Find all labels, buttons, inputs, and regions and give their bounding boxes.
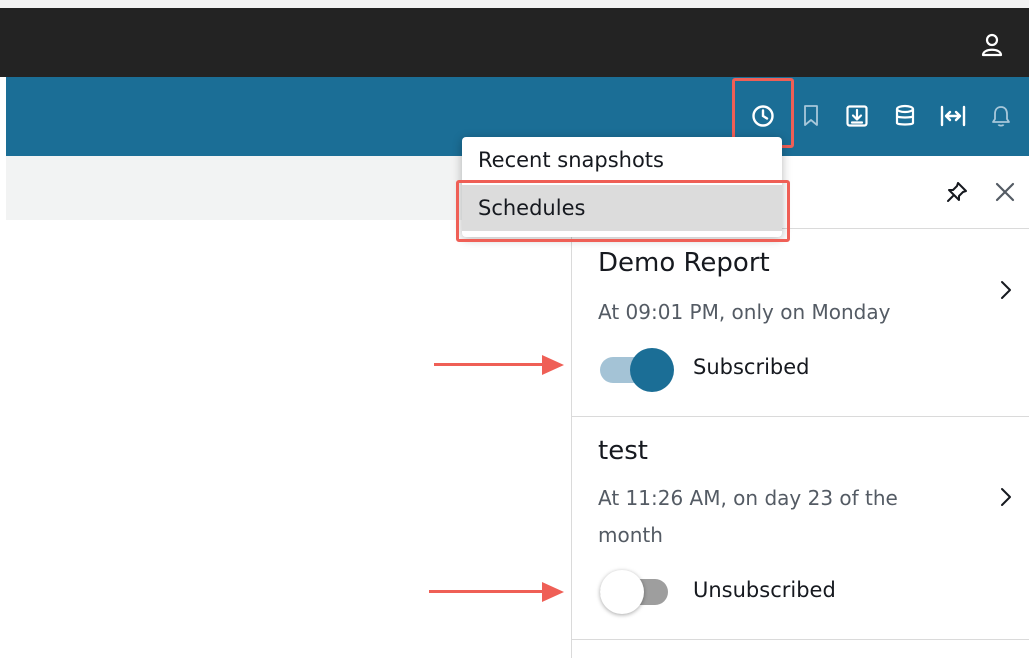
schedule-title: Demo Report bbox=[598, 248, 770, 278]
schedule-description: At 11:26 AM, on day 23 of the month bbox=[598, 486, 898, 547]
user-menu-button[interactable] bbox=[978, 30, 1006, 60]
top-bar bbox=[0, 0, 1029, 77]
close-button[interactable] bbox=[990, 176, 1020, 208]
schedule-title: test bbox=[598, 436, 648, 466]
alerts-button[interactable] bbox=[986, 98, 1016, 134]
toggle-knob bbox=[630, 348, 674, 392]
schedule-button[interactable] bbox=[748, 98, 778, 134]
schedule-card-demo-report[interactable]: Demo Report At 09:01 PM, only on Monday … bbox=[572, 230, 1029, 417]
clock-icon bbox=[752, 105, 774, 127]
export-button[interactable] bbox=[842, 98, 872, 134]
subscription-toggle-off[interactable] bbox=[600, 570, 676, 614]
bookmark-icon bbox=[804, 105, 818, 126]
subscription-status: Unsubscribed bbox=[693, 578, 836, 602]
annotation-arrow bbox=[429, 582, 564, 602]
menu-item-schedules[interactable]: Schedules bbox=[462, 185, 782, 231]
fit-width-icon bbox=[940, 105, 966, 127]
close-icon bbox=[995, 182, 1015, 202]
toggle-knob bbox=[600, 570, 644, 614]
open-schedule-button[interactable] bbox=[996, 277, 1016, 303]
subscription-toggle-on[interactable] bbox=[600, 348, 676, 392]
fit-width-button[interactable] bbox=[938, 98, 968, 134]
data-sources-button[interactable] bbox=[890, 98, 920, 134]
schedule-description: At 09:01 PM, only on Monday bbox=[598, 300, 891, 324]
user-icon bbox=[981, 33, 1003, 57]
download-icon bbox=[846, 105, 868, 127]
schedule-dropdown-menu: Recent snapshots Schedules bbox=[462, 137, 782, 237]
menu-item-recent-snapshots[interactable]: Recent snapshots bbox=[462, 137, 782, 183]
bookmark-button[interactable] bbox=[796, 98, 826, 134]
chevron-right-icon bbox=[1001, 488, 1011, 506]
database-icon bbox=[895, 104, 915, 126]
annotation-arrow bbox=[434, 355, 564, 375]
pin-button[interactable] bbox=[942, 176, 972, 208]
open-schedule-button[interactable] bbox=[996, 484, 1016, 510]
pin-icon bbox=[947, 182, 967, 202]
bell-icon bbox=[992, 106, 1010, 127]
page: Demo Report At 09:01 PM, only on Monday … bbox=[0, 0, 1029, 658]
chevron-right-icon bbox=[1001, 281, 1011, 299]
subscription-status: Subscribed bbox=[693, 355, 810, 379]
schedule-card-test[interactable]: test At 11:26 AM, on day 23 of the month… bbox=[572, 418, 1029, 640]
